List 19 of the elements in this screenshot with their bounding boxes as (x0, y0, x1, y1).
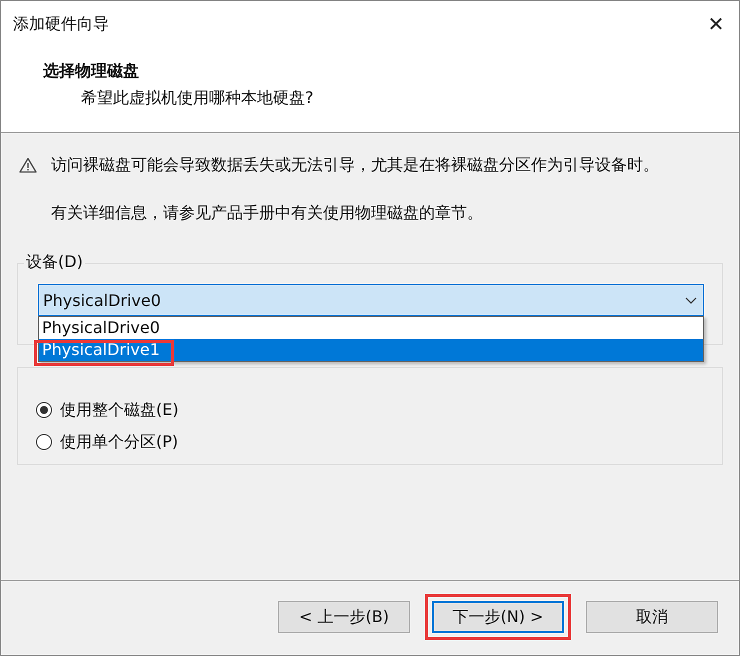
radio-label: 使用单个分区(P) (60, 432, 178, 452)
radio-button[interactable] (36, 434, 52, 450)
page-title: 选择物理磁盘 (43, 61, 140, 82)
warning-icon (19, 157, 37, 173)
device-dropdown[interactable]: PhysicalDrive0 (38, 284, 704, 316)
chevron-icon (685, 296, 697, 304)
page-subtitle: 希望此虚拟机使用哪种本地硬盘? (80, 88, 314, 109)
radio-button[interactable] (36, 402, 52, 418)
window-title: 添加硬件向导 (13, 14, 109, 34)
info-text: 有关详细信息，请参见产品手册中有关使用物理磁盘的章节。 (51, 202, 484, 224)
wizard-button[interactable]: < 上一步(B) (278, 601, 410, 633)
dropdown-option[interactable]: PhysicalDrive0 (39, 317, 703, 339)
dropdown-option[interactable]: PhysicalDrive1 (39, 339, 703, 361)
wizard-button[interactable]: 取消 (586, 601, 718, 633)
radio-label: 使用整个磁盘(E) (60, 400, 179, 420)
wizard-button[interactable]: 下一步(N) > (432, 601, 564, 633)
radio-option[interactable]: 使用单个分区(P) (36, 426, 704, 458)
radio-option[interactable]: 使用整个磁盘(E) (36, 394, 704, 426)
warning-text: 访问裸磁盘可能会导致数据丢失或无法引导，尤其是在将裸磁盘分区作为引导设备时。 (51, 154, 660, 176)
